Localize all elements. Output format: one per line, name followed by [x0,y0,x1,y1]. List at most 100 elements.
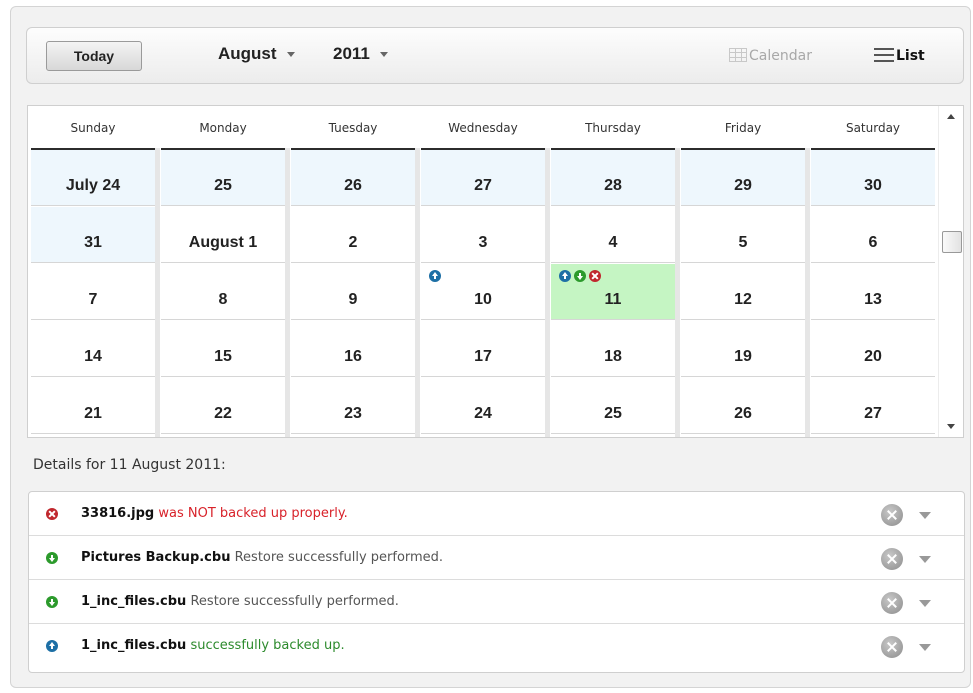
chevron-down-icon[interactable] [919,512,931,519]
weekday-saturday: Saturday [845,121,901,135]
chevron-down-icon[interactable] [919,556,931,563]
day-number: 26 [734,405,752,422]
day-number: 29 [734,177,752,194]
day-number: 27 [474,177,492,194]
calendar-grid-icon [729,48,747,62]
calendar-scrollbar[interactable] [938,106,963,437]
scrollbar-thumb[interactable] [942,231,962,253]
calendar-day[interactable]: 7 [31,264,155,320]
calendar-day[interactable]: 9 [291,264,415,320]
calendar-day[interactable]: 23 [291,378,415,434]
calendar-day[interactable]: 2 [291,207,415,263]
calendar-day[interactable]: 19 [681,321,805,377]
calendar-day[interactable]: 21 [31,378,155,434]
day-number: 23 [344,405,362,422]
detail-text: 1_inc_files.cbu Restore successfully per… [81,594,399,609]
scroll-down-arrow-icon[interactable] [947,424,955,429]
calendar-day[interactable]: 4 [551,207,675,263]
day-number: 7 [88,291,98,308]
chevron-down-icon[interactable] [919,600,931,607]
calendar-day[interactable]: 28 [551,150,675,206]
day-number: 25 [604,405,622,422]
weekday-tuesday: Tuesday [328,121,378,135]
day-number: 20 [864,348,882,365]
day-number: 4 [608,234,618,251]
calendar-day[interactable]: 18 [551,321,675,377]
month-value: August [218,44,277,63]
list-icon [874,48,894,62]
detail-message: Restore successfully performed. [190,594,399,609]
calendar-day[interactable]: 6 [811,207,935,263]
detail-row[interactable]: 1_inc_files.cbu successfully backed up. [29,624,964,668]
calendar-day[interactable]: 8 [161,264,285,320]
day-number: 19 [734,348,752,365]
calendar-day[interactable]: 16 [291,321,415,377]
month-dropdown[interactable]: August [218,44,295,64]
calendar-day[interactable]: 13 [811,264,935,320]
day-event-icons [559,270,601,282]
detail-message: successfully backed up. [190,638,345,653]
calendar-day[interactable]: 12 [681,264,805,320]
calendar-day[interactable]: 25 [551,378,675,434]
column-separator [155,148,160,437]
weekday-monday: Monday [199,121,247,135]
day-number: 25 [214,177,232,194]
calendar-day[interactable]: August 1 [161,207,285,263]
detail-filename: 1_inc_files.cbu [81,594,187,609]
day-number: 12 [734,291,752,308]
day-number: July 24 [65,177,121,194]
day-number: 24 [474,405,492,422]
calendar-day[interactable]: 29 [681,150,805,206]
calendar-day[interactable]: 14 [31,321,155,377]
restore-down-icon [574,270,586,282]
year-value: 2011 [333,44,370,63]
list-view-button[interactable]: List [874,48,925,64]
calendar-day[interactable]: 17 [421,321,545,377]
calendar-day[interactable]: 3 [421,207,545,263]
backup-up-icon [46,640,58,652]
weekday-sunday: Sunday [70,121,116,135]
detail-row[interactable]: 33816.jpg was NOT backed up properly. [29,492,964,536]
dismiss-icon[interactable] [881,592,903,614]
year-dropdown[interactable]: 2011 [333,44,388,64]
day-number: 5 [738,234,748,251]
calendar-day[interactable]: 30 [811,150,935,206]
error-icon [589,270,601,282]
calendar-day[interactable]: 22 [161,378,285,434]
chevron-down-icon [379,52,388,58]
day-number: 9 [348,291,358,308]
detail-row[interactable]: 1_inc_files.cbu Restore successfully per… [29,580,964,624]
today-button[interactable]: Today [46,41,142,71]
calendar-day[interactable]: 24 [421,378,545,434]
day-number: 28 [604,177,622,194]
calendar-day[interactable]: 27 [811,378,935,434]
detail-text: 1_inc_files.cbu successfully backed up. [81,638,345,653]
calendar-day[interactable]: 5 [681,207,805,263]
day-number: 30 [864,177,882,194]
calendar-day[interactable]: 26 [291,150,415,206]
detail-message: was NOT backed up properly. [158,506,348,521]
day-number: 3 [478,234,488,251]
calendar-day[interactable]: 20 [811,321,935,377]
chevron-down-icon[interactable] [919,644,931,651]
calendar-day[interactable]: 15 [161,321,285,377]
detail-filename: Pictures Backup.cbu [81,550,231,565]
calendar-day[interactable]: 31 [31,207,155,263]
day-number: 2 [348,234,358,251]
calendar-day[interactable]: 25 [161,150,285,206]
month-calendar: Sunday Monday Tuesday Wednesday Thursday Frid… [27,105,964,438]
dismiss-icon[interactable] [881,504,903,526]
scroll-up-arrow-icon[interactable] [947,114,955,119]
day-number: 31 [84,234,102,251]
calendar-day[interactable]: 27 [421,150,545,206]
calendar-day[interactable]: July 24 [31,150,155,206]
calendar-day[interactable]: 10 [421,264,545,320]
error-icon [46,508,58,520]
detail-row[interactable]: Pictures Backup.cbu Restore successfully… [29,536,964,580]
dismiss-icon[interactable] [881,636,903,658]
calendar-day-selected[interactable]: 11 [551,264,675,320]
calendar-day[interactable]: 26 [681,378,805,434]
calendar-view-button[interactable]: Calendar [729,48,812,64]
day-number: 14 [84,348,102,365]
dismiss-icon[interactable] [881,548,903,570]
